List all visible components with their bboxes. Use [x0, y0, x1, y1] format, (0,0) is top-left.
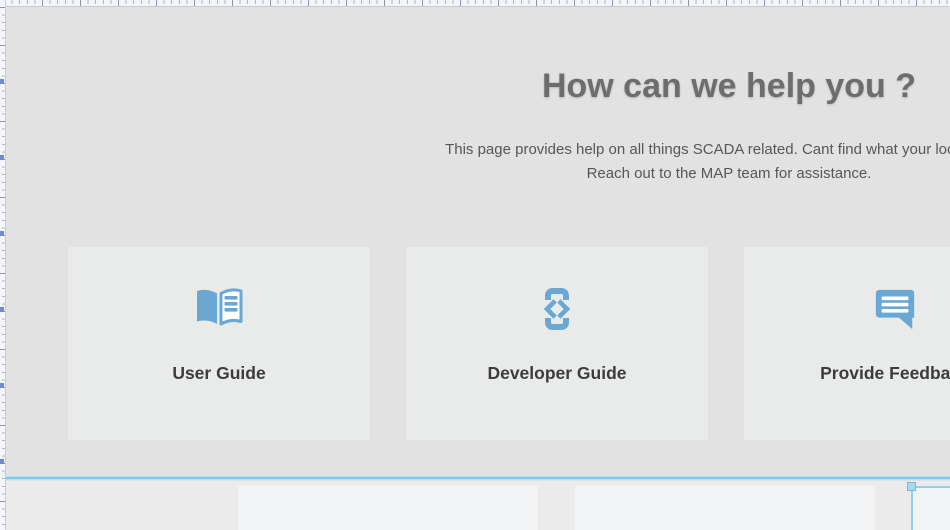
page-subtitle-line1: This page provides help on all things SC… — [6, 138, 950, 162]
card-label: Provide Feedback — [820, 363, 950, 384]
vertical-ruler — [0, 0, 6, 530]
section-panel — [238, 486, 538, 530]
feedback-speech-bubble-icon — [872, 285, 918, 333]
section-panel — [575, 486, 875, 530]
card-provide-feedback[interactable]: Provide Feedback — [744, 247, 950, 440]
card-developer-guide[interactable]: Developer Guide — [406, 247, 708, 440]
next-section — [6, 481, 950, 530]
card-label: Developer Guide — [487, 363, 626, 384]
design-canvas: How can we help you ? This page provides… — [0, 0, 950, 530]
section-panel — [913, 488, 950, 530]
selection-handle[interactable] — [907, 482, 916, 491]
selection-guide-horizontal — [912, 486, 950, 488]
horizontal-ruler — [0, 0, 950, 7]
help-page-canvas: How can we help you ? This page provides… — [6, 7, 950, 477]
selection-guide-vertical — [911, 487, 913, 530]
open-book-icon — [194, 285, 244, 333]
card-user-guide[interactable]: User Guide — [68, 247, 370, 440]
section-divider-line — [6, 476, 950, 480]
card-label: User Guide — [172, 363, 265, 384]
page-title: How can we help you ? — [6, 67, 950, 106]
page-subtitle: This page provides help on all things SC… — [6, 138, 950, 185]
page-subtitle-line2: Reach out to the MAP team for assistance… — [6, 162, 950, 186]
developer-mode-icon — [533, 285, 581, 333]
